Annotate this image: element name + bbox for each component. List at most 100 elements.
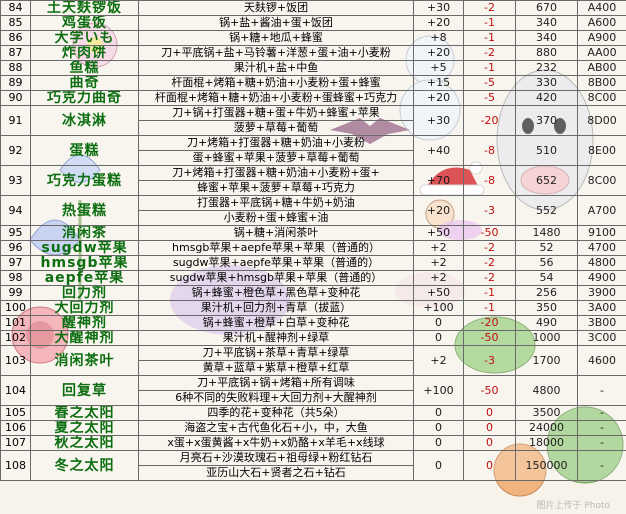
price-value: 880 bbox=[515, 45, 578, 61]
stamina-value: +30 bbox=[413, 105, 464, 136]
item-code: 4700 bbox=[577, 240, 626, 256]
fatigue-value: -50 bbox=[463, 225, 516, 241]
fatigue-value: -2 bbox=[463, 270, 516, 286]
item-code: A600 bbox=[577, 15, 626, 31]
stamina-value: +2 bbox=[413, 255, 464, 271]
stamina-value: +20 bbox=[413, 90, 464, 106]
item-code: - bbox=[577, 405, 626, 421]
ingredients: 小麦粉+蛋+蜂蜜+油 bbox=[138, 210, 414, 226]
item-code: 3B00 bbox=[577, 315, 626, 331]
fatigue-value: -8 bbox=[463, 165, 516, 196]
ingredients: 果汁机+醒神剂+绿草 bbox=[138, 330, 414, 346]
row-number: 94 bbox=[0, 195, 31, 226]
table-row: 96 sugdw苹果 hmsgb苹果+aepfe苹果+苹果（普通的） +2 -2 52 47… bbox=[0, 240, 626, 256]
price-value: 56 bbox=[515, 255, 578, 271]
table-row: 105 春之太阳 四季的花+变种花（共5朵） 0 0 3500- bbox=[0, 405, 626, 421]
price-value: 340 bbox=[515, 15, 578, 31]
ingredients: 天麸锣+饭团 bbox=[138, 0, 414, 16]
fatigue-value: -1 bbox=[463, 30, 516, 46]
row-number: 96 bbox=[0, 240, 31, 256]
fatigue-value: -50 bbox=[463, 375, 516, 406]
ingredients: 杆面棍+烤箱+糖+奶油+小麦粉+蛋+蜂蜜 bbox=[138, 75, 414, 91]
fatigue-value: -2 bbox=[463, 240, 516, 256]
item-name: 曲奇 bbox=[30, 75, 139, 91]
fatigue-value: -3 bbox=[463, 195, 516, 226]
watermark: 图片上传于 Photo bbox=[536, 499, 610, 511]
ingredients: sugdw苹果+aepfe苹果+苹果（普通的） bbox=[138, 255, 414, 271]
item-name: 蛋糕 bbox=[30, 135, 139, 166]
item-code: 9100 bbox=[577, 225, 626, 241]
row-number: 100 bbox=[0, 300, 31, 316]
price-value: 24000 bbox=[515, 420, 578, 436]
table-row: 94 热蛋糕 打蛋器+平底锅+糖+牛奶+奶油 +20 -3 552 A700 bbox=[0, 195, 626, 226]
price-value: 52 bbox=[515, 240, 578, 256]
ingredients: 海盗之宝+古代鱼化石+小，中，大鱼 bbox=[138, 420, 414, 436]
stamina-value: +20 bbox=[413, 15, 464, 31]
row-number: 98 bbox=[0, 270, 31, 286]
item-name: 醒神剂 bbox=[30, 315, 139, 331]
ingredients: 刀+烤箱+打蛋器+糖+奶油+小麦粉 bbox=[138, 135, 414, 151]
stamina-value: +15 bbox=[413, 75, 464, 91]
item-code: - bbox=[577, 435, 626, 451]
price-value: 670 bbox=[515, 0, 578, 16]
item-name: 大醒神剂 bbox=[30, 330, 139, 346]
ingredients: 锅+盐+酱油+蛋+饭团 bbox=[138, 15, 414, 31]
item-code: 3A00 bbox=[577, 300, 626, 316]
table-row: 88 鱼糕 果汁机+盐+中鱼 +5 -1 232 AB00 bbox=[0, 60, 626, 76]
row-number: 95 bbox=[0, 225, 31, 241]
table-row: 95 消闲茶 锅+糖+消闲茶叶 +50 -50 1480 9100 bbox=[0, 225, 626, 241]
price-value: 370 bbox=[515, 105, 578, 136]
item-name: 土天麸锣饭 bbox=[30, 0, 139, 16]
table-row: 101 醒神剂 锅+蜂蜜+橙草+白草+变种花 0 -20 490 3B00 bbox=[0, 315, 626, 331]
ingredients: 四季的花+变种花（共5朵） bbox=[138, 405, 414, 421]
ingredients: 黄草+蓝草+紫草+橙草+红草 bbox=[138, 360, 414, 376]
table-row: 87 炸肉饼 刀+平底锅+盐+马铃薯+洋葱+蛋+油+小麦粉 +20 -2 880 AA00 bbox=[0, 45, 626, 61]
fatigue-value: -8 bbox=[463, 135, 516, 166]
item-code: - bbox=[577, 450, 626, 481]
ingredients: 锅+糖+消闲茶叶 bbox=[138, 225, 414, 241]
item-name: 回复草 bbox=[30, 375, 139, 406]
price-value: 232 bbox=[515, 60, 578, 76]
ingredients: 锅+蜂蜜+橙草+白草+变种花 bbox=[138, 315, 414, 331]
table-row: 104 回复草 刀+平底锅+锅+烤箱+所有调味 +100 -50 4800- bbox=[0, 375, 626, 406]
stamina-value: +2 bbox=[413, 345, 464, 376]
table-row: 98 aepfe苹果 sugdw苹果+hmsgb苹果+苹果（普通的） +2 -2 54 49… bbox=[0, 270, 626, 286]
price-value: 420 bbox=[515, 90, 578, 106]
ingredients: 杆面棍+烤箱+糖+奶油+小麦粉+蛋蜂蜜+巧克力 bbox=[138, 90, 414, 106]
row-number: 91 bbox=[0, 105, 31, 136]
stamina-value: 0 bbox=[413, 405, 464, 421]
ingredients: 刀+平底锅+盐+马铃薯+洋葱+蛋+油+小麦粉 bbox=[138, 45, 414, 61]
row-number: 87 bbox=[0, 45, 31, 61]
price-value: 510 bbox=[515, 135, 578, 166]
item-name: 热蛋糕 bbox=[30, 195, 139, 226]
fatigue-value: 0 bbox=[463, 420, 516, 436]
row-number: 97 bbox=[0, 255, 31, 271]
ingredients: hmsgb苹果+aepfe苹果+苹果（普通的） bbox=[138, 240, 414, 256]
fatigue-value: -2 bbox=[463, 255, 516, 271]
ingredients: 刀+锅+打蛋器+糖+蛋+牛奶+蜂蜜+苹果 bbox=[138, 105, 414, 121]
item-name: 春之太阳 bbox=[30, 405, 139, 421]
ingredients: 刀+烤箱+打蛋器+糖+奶油+小麦粉+蛋+ bbox=[138, 165, 414, 181]
row-number: 88 bbox=[0, 60, 31, 76]
row-number: 107 bbox=[0, 435, 31, 451]
stamina-value: +40 bbox=[413, 135, 464, 166]
fatigue-value: -1 bbox=[463, 60, 516, 76]
stamina-value: +100 bbox=[413, 300, 464, 316]
stamina-value: +30 bbox=[413, 0, 464, 16]
fatigue-value: 0 bbox=[463, 435, 516, 451]
item-name: 大学いも bbox=[30, 30, 139, 46]
ingredients: 蛋+蜂蜜+苹果+菠萝+草莓+葡萄 bbox=[138, 150, 414, 166]
item-name: 冬之太阳 bbox=[30, 450, 139, 481]
fatigue-value: 0 bbox=[463, 405, 516, 421]
item-code: 8C00 bbox=[577, 90, 626, 106]
fatigue-value: -20 bbox=[463, 105, 516, 136]
item-code: A700 bbox=[577, 195, 626, 226]
price-value: 54 bbox=[515, 270, 578, 286]
recipe-table: 84 土天麸锣饭 天麸锣+饭团 +30 -2 670 A400 85 鸡蛋饭 锅+盐+酱油+蛋+饭… bbox=[0, 0, 626, 481]
row-number: 103 bbox=[0, 345, 31, 376]
price-value: 330 bbox=[515, 75, 578, 91]
row-number: 84 bbox=[0, 0, 31, 16]
stamina-value: 0 bbox=[413, 435, 464, 451]
price-value: 350 bbox=[515, 300, 578, 316]
row-number: 92 bbox=[0, 135, 31, 166]
